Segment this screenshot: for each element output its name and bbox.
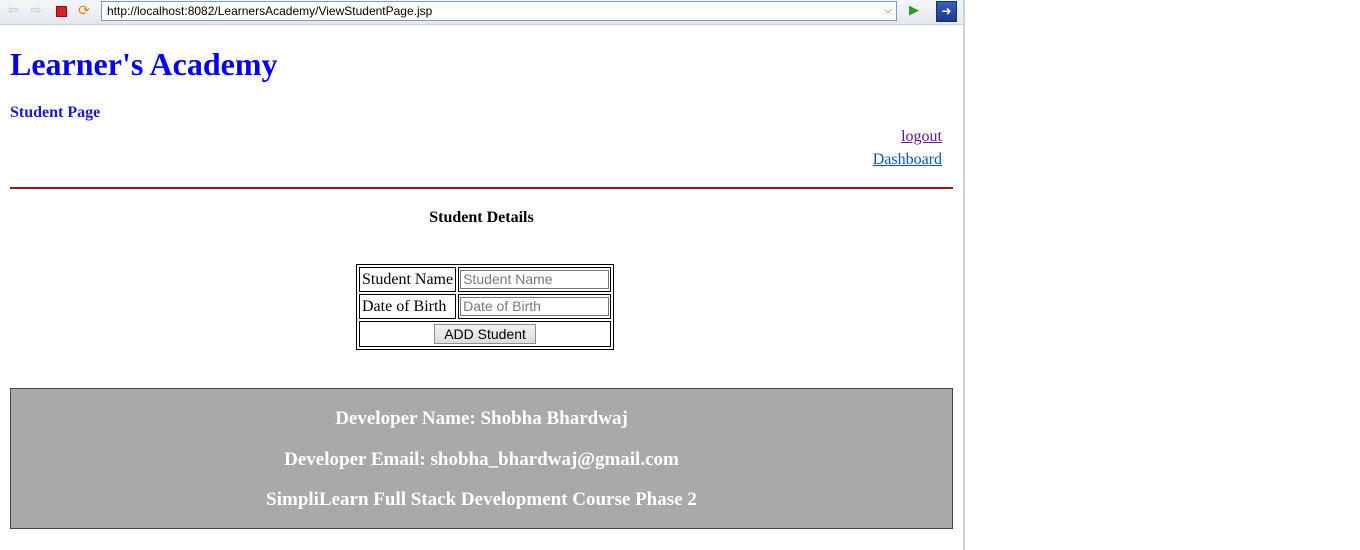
dob-cell	[458, 294, 612, 319]
form-row-dob: Date of Birth	[359, 294, 612, 319]
footer: Developer Name: Shobha Bhardwaj Develope…	[10, 388, 953, 529]
dob-input[interactable]	[460, 296, 610, 316]
divider	[10, 187, 953, 189]
section-title: Student Details	[429, 209, 534, 226]
address-url: http://localhost:8082/LearnersAcademy/Vi…	[107, 4, 433, 18]
developer-name: Developer Name: Shobha Bhardwaj	[335, 408, 628, 429]
back-arrow-icon[interactable]: ⇦	[5, 3, 21, 19]
empty-pane	[965, 0, 1360, 550]
course-name: SimpliLearn Full Stack Development Cours…	[266, 489, 697, 510]
browser-toolbar: ⇦ ⇨ ⟳ http://localhost:8082/LearnersAcad…	[0, 0, 963, 25]
add-student-button[interactable]: ADD Student	[434, 324, 536, 344]
dob-label: Date of Birth	[359, 294, 457, 319]
chevron-down-icon[interactable]: ⌵	[880, 2, 896, 20]
nav-links: logout Dashboard	[873, 125, 942, 171]
student-name-input[interactable]	[460, 269, 610, 289]
stop-icon[interactable]	[53, 3, 69, 19]
student-name-label: Student Name	[359, 267, 457, 292]
student-form: Student Name Date of Birth ADD Student	[356, 264, 615, 350]
extension-icon[interactable]: ➜	[936, 1, 957, 22]
address-bar[interactable]: http://localhost:8082/LearnersAcademy/Vi…	[101, 1, 897, 21]
submit-cell: ADD Student	[359, 321, 612, 347]
browser-window: ⇦ ⇨ ⟳ http://localhost:8082/LearnersAcad…	[0, 0, 965, 550]
logout-link[interactable]: logout	[873, 125, 942, 148]
page-subtitle: Student Page	[10, 104, 101, 121]
form-row-name: Student Name	[359, 267, 612, 292]
reload-icon[interactable]: ⟳	[76, 3, 92, 19]
forward-arrow-icon[interactable]: ⇨	[28, 3, 44, 19]
dashboard-link[interactable]: Dashboard	[873, 148, 942, 171]
form-row-submit: ADD Student	[359, 321, 612, 347]
go-arrow-icon[interactable]: ▶	[906, 3, 922, 19]
site-title: Learner's Academy	[10, 46, 278, 82]
student-name-cell	[458, 267, 612, 292]
developer-email: Developer Email: shobha_bhardwaj@gmail.c…	[284, 449, 679, 470]
